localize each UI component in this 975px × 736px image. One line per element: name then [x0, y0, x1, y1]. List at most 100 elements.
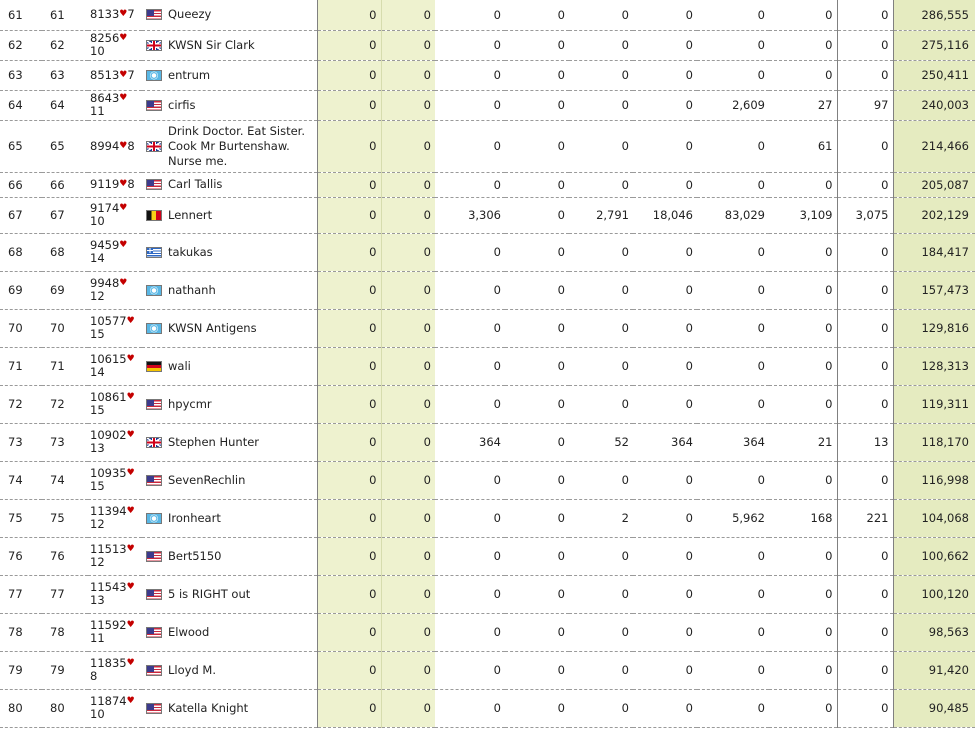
world-rank-value: 10902 — [90, 428, 127, 442]
stat-value-cell: 0 — [569, 347, 633, 386]
user-name-link[interactable]: Carl Tallis — [168, 177, 222, 192]
stat-value-cell: 0 — [569, 309, 633, 348]
user-name-link[interactable]: nathanh — [168, 283, 216, 298]
rank-cell-secondary: 70 — [42, 309, 88, 348]
user-name-link[interactable]: hpycmr — [168, 397, 212, 412]
world-rank-cell: 9119♥8 — [88, 172, 142, 198]
stat-value-cell: 61 — [769, 120, 837, 173]
user-name-link[interactable]: KWSN Antigens — [168, 321, 257, 336]
world-rank-value: 9948 — [90, 276, 120, 290]
stat-value-cell: 0 — [505, 461, 569, 500]
user-name-link[interactable]: KWSN Sir Clark — [168, 38, 255, 53]
stat-value-cell: 21 — [769, 423, 837, 462]
stat-value-cell: 0 — [435, 575, 505, 614]
stat-value-cell: 0 — [505, 120, 569, 173]
stat-value-cell: 0 — [633, 499, 697, 538]
world-rank-cell: 9174♥ 10 — [88, 197, 142, 234]
stat-value-cell: 0 — [569, 613, 633, 652]
stat-value-cell: 0 — [316, 537, 381, 576]
stat-value-cell: 0 — [633, 385, 697, 424]
flag-us-icon — [146, 626, 162, 638]
user-name-link[interactable]: cirfis — [168, 98, 195, 113]
stat-value-cell: 0 — [836, 30, 893, 61]
stat-value-cell: 0 — [380, 172, 435, 198]
stat-value-cell: 0 — [380, 309, 435, 348]
stat-value-cell: 0 — [569, 271, 633, 310]
flag-un-icon — [146, 69, 162, 81]
user-name-link[interactable]: Queezy — [168, 7, 211, 22]
user-name-link[interactable]: Stephen Hunter — [168, 435, 259, 450]
user-name-link[interactable]: Lennert — [168, 208, 212, 223]
total-credit-cell: 205,087 — [892, 172, 975, 198]
user-name-link[interactable]: entrum — [168, 68, 210, 83]
user-name-link[interactable]: SevenRechlin — [168, 473, 245, 488]
table-row: 66 66 9119♥8 Carl Tallis 0 0 0 0 0 0 0 0 0 205,087 — [0, 172, 975, 198]
stat-value-cell: 0 — [697, 385, 769, 424]
stat-value-cell: 221 — [836, 499, 893, 538]
stat-value-cell: 0 — [569, 537, 633, 576]
stat-value-cell: 0 — [836, 347, 893, 386]
rank-cell: 61 — [0, 0, 42, 31]
heart-icon: ♥ — [119, 278, 128, 288]
stat-value-cell: 0 — [633, 537, 697, 576]
user-name-link[interactable]: Elwood — [168, 625, 209, 640]
stat-value-cell: 0 — [435, 499, 505, 538]
stat-value-cell: 0 — [633, 271, 697, 310]
stat-value-cell: 0 — [435, 30, 505, 61]
stat-value-cell: 0 — [380, 120, 435, 173]
stat-value-cell: 168 — [769, 499, 837, 538]
stat-value-cell: 0 — [505, 385, 569, 424]
user-name-link[interactable]: wali — [168, 359, 191, 374]
stat-value-cell: 0 — [505, 172, 569, 198]
stat-value-cell: 0 — [769, 651, 837, 690]
stat-value-cell: 13 — [836, 423, 893, 462]
world-rank-cell: 10861♥ 15 — [88, 385, 142, 424]
user-name-cell: 5 is RIGHT out — [142, 575, 317, 614]
user-name-link[interactable]: Drink Doctor. Eat Sister. Cook Mr Burten… — [168, 124, 313, 169]
user-name-cell: Ironheart — [142, 499, 317, 538]
heart-icon: ♥ — [119, 240, 128, 250]
flag-un-icon — [146, 284, 162, 296]
total-credit-cell: 240,003 — [892, 90, 975, 121]
total-credit-cell: 116,998 — [892, 461, 975, 500]
rank-cell-secondary: 79 — [42, 651, 88, 690]
world-rank-cell: 11394♥ 12 — [88, 499, 142, 538]
rank-cell: 68 — [0, 233, 42, 272]
world-rank-value: 8513 — [90, 67, 120, 82]
world-rank-cell: 11874♥ 10 — [88, 689, 142, 728]
world-rank-value: 11513 — [90, 542, 127, 556]
world-rank-cell: 10615♥ 14 — [88, 347, 142, 386]
stat-value-cell: 0 — [836, 120, 893, 173]
rank-cell: 71 — [0, 347, 42, 386]
total-credit-cell: 214,466 — [892, 120, 975, 173]
rank-cell: 75 — [0, 499, 42, 538]
heart-icon: ♥ — [126, 506, 135, 516]
heart-icon: ♥ — [119, 33, 128, 43]
user-name-link[interactable]: Ironheart — [168, 511, 221, 526]
stat-value-cell: 0 — [435, 651, 505, 690]
stats-table: 61 61 8133♥7 Queezy 0 0 0 0 0 0 0 0 0 286,555 62 62 8256… — [0, 0, 975, 728]
user-name-cell: Queezy — [142, 0, 317, 31]
stat-value-cell: 0 — [697, 60, 769, 91]
stat-value-cell: 0 — [316, 60, 381, 91]
rank-cell-secondary: 66 — [42, 172, 88, 198]
flag-gb-icon — [146, 39, 162, 51]
total-credit-cell: 90,485 — [892, 689, 975, 728]
stat-value-cell: 0 — [633, 347, 697, 386]
stat-value-cell: 0 — [569, 385, 633, 424]
user-name-link[interactable]: Bert5150 — [168, 549, 221, 564]
user-name-link[interactable]: takukas — [168, 245, 213, 260]
stats-table-body: 61 61 8133♥7 Queezy 0 0 0 0 0 0 0 0 0 286,555 62 62 8256… — [0, 0, 975, 728]
stat-value-cell: 364 — [435, 423, 505, 462]
user-name-link[interactable]: Lloyd M. — [168, 663, 216, 678]
table-row: 65 65 8994♥8 Drink Doctor. Eat Sister. Cook… — [0, 120, 975, 173]
stat-value-cell: 0 — [380, 575, 435, 614]
rank-cell: 73 — [0, 423, 42, 462]
user-name-link[interactable]: 5 is RIGHT out — [168, 587, 250, 602]
stat-value-cell: 0 — [505, 271, 569, 310]
stat-value-cell: 0 — [633, 575, 697, 614]
stat-value-cell: 0 — [769, 271, 837, 310]
user-name-link[interactable]: Katella Knight — [168, 701, 248, 716]
user-name-cell: nathanh — [142, 271, 317, 310]
heart-icon: ♥ — [126, 658, 135, 668]
